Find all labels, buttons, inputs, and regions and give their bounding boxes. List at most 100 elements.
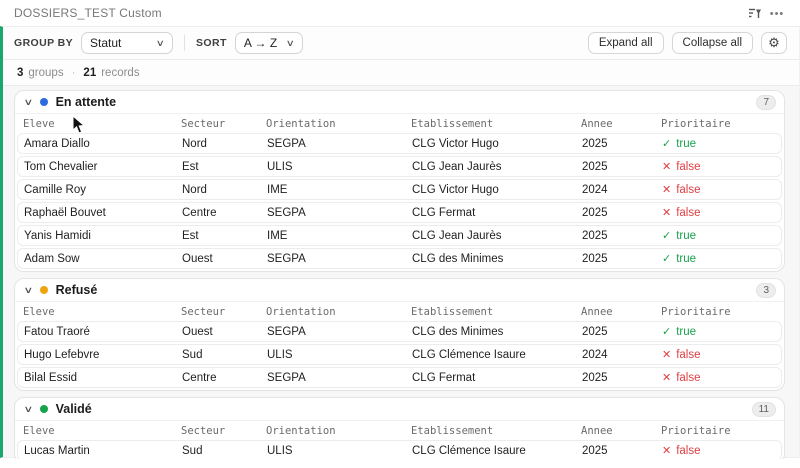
table-cell: Tom Chevalier — [24, 160, 98, 173]
group-header[interactable]: ∨ Refusé 3 — [15, 279, 784, 302]
table-row[interactable]: Lucas Martin Sud ULIS CLG Clémence Isaure 20… — [17, 440, 782, 459]
table-cell: 2025 — [582, 206, 608, 219]
table-cell: ULIS — [267, 444, 293, 457]
table-cell: IME — [267, 183, 288, 196]
prioritaire-label: false — [676, 348, 701, 361]
prioritaire-cell: ✓ true — [662, 325, 781, 339]
prioritaire-label: false — [676, 160, 701, 173]
table-cell: SEGPA — [267, 325, 306, 338]
sort-select[interactable]: A → Z ∨ — [234, 32, 303, 54]
group-rows: Lucas Martin Sud ULIS CLG Clémence Isaure 20… — [15, 440, 784, 459]
column-header-row: Eleve Secteur Orientation Etablissement Anne… — [15, 114, 784, 133]
prioritaire-cell: ✓ true — [662, 137, 781, 151]
gear-icon: ⚙ — [768, 35, 780, 50]
group-rows: Fatou Traoré Ouest SEGPA CLG des Minimes 202… — [15, 321, 784, 388]
records-count: 21 — [83, 66, 97, 79]
cross-icon: ✕ — [662, 207, 672, 219]
check-icon: ✓ — [662, 138, 672, 150]
more-options-icon[interactable]: ••• — [766, 4, 788, 22]
table-cell: ULIS — [267, 348, 293, 361]
table-row[interactable]: Hugo Lefebvre Sud ULIS CLG Clémence Isaure 2… — [17, 344, 782, 365]
table-row[interactable]: Tom Chevalier Est ULIS CLG Jean Jaurès 2025 ✕… — [17, 156, 782, 177]
column-header-row: Eleve Secteur Orientation Etablissement Anne… — [15, 302, 784, 321]
group-header[interactable]: ∨ Validé 11 — [15, 398, 784, 421]
group-card: ∨ En attente 7 Eleve Secteur Orientation Et… — [14, 90, 785, 272]
table-cell: Fatou Traoré — [24, 325, 90, 338]
table-cell: Adam Sow — [24, 252, 80, 265]
table-row[interactable]: Camille Roy Nord IME CLG Victor Hugo 2024 ✕ fa… — [17, 179, 782, 200]
group-count-badge: 3 — [756, 282, 776, 298]
table-cell: 2025 — [582, 252, 608, 265]
column-header-row: Eleve Secteur Orientation Etablissement Anne… — [15, 421, 784, 440]
table-cell: CLG Jean Jaurès — [412, 229, 502, 242]
filter-sort-icon[interactable] — [744, 4, 766, 22]
collapse-all-button[interactable]: Collapse all — [671, 32, 753, 54]
table-cell: ULIS — [267, 160, 293, 173]
prioritaire-label: false — [676, 206, 701, 219]
summary-separator: · — [71, 66, 76, 79]
groups-count: 3 — [17, 66, 24, 79]
table-cell: CLG Fermat — [412, 206, 476, 219]
table-cell: CLG Victor Hugo — [412, 137, 499, 150]
cross-icon: ✕ — [662, 184, 672, 196]
table-cell: CLG Fermat — [412, 371, 476, 384]
group-count-badge: 7 — [756, 94, 776, 110]
table-row[interactable]: Amara Diallo Nord SEGPA CLG Victor Hugo 2025… — [17, 133, 782, 154]
group-rows: Amara Diallo Nord SEGPA CLG Victor Hugo 2025… — [15, 133, 784, 269]
column-header: Etablissement — [411, 424, 494, 437]
group-color-dot — [39, 286, 48, 294]
table-row[interactable]: Yanis Hamidi Est IME CLG Jean Jaurès 2025 ✓ tr… — [17, 225, 782, 246]
table-row[interactable]: Fatou Traoré Ouest SEGPA CLG des Minimes 202… — [17, 321, 782, 342]
column-header: Annee — [581, 424, 613, 437]
toolbar-divider — [184, 35, 186, 51]
column-header: Eleve — [23, 305, 55, 318]
table-row[interactable]: Adam Sow Ouest SEGPA CLG des Minimes 2025 ✓ tr… — [17, 248, 782, 269]
expand-all-button[interactable]: Expand all — [587, 32, 664, 54]
cross-icon: ✕ — [662, 161, 672, 173]
table-cell: Bilal Essid — [24, 371, 78, 384]
column-header: Secteur — [181, 117, 226, 130]
chevron-down-icon[interactable]: ∨ — [23, 404, 33, 415]
table-cell: Sud — [182, 444, 203, 457]
column-header: Secteur — [181, 305, 226, 318]
table-cell: Est — [182, 229, 199, 242]
column-header: Prioritaire — [661, 117, 731, 130]
group-header[interactable]: ∨ En attente 7 — [15, 91, 784, 114]
prioritaire-label: true — [676, 325, 697, 338]
table-cell: 2024 — [582, 183, 608, 196]
prioritaire-label: false — [676, 183, 701, 196]
column-header: Eleve — [23, 424, 55, 437]
table-cell: Lucas Martin — [24, 444, 90, 457]
prioritaire-cell: ✕ false — [662, 183, 781, 197]
column-header: Orientation — [266, 117, 336, 130]
title-bar: DOSSIERS_TEST Custom ••• — [0, 0, 800, 26]
column-header: Annee — [581, 117, 613, 130]
table-cell: SEGPA — [267, 252, 306, 265]
table-cell: Ouest — [182, 325, 213, 338]
group-by-select[interactable]: Statut ∨ — [81, 32, 174, 54]
prioritaire-cell: ✕ false — [662, 160, 781, 174]
group-color-dot — [39, 405, 48, 413]
table-row[interactable]: Bilal Essid Centre SEGPA CLG Fermat 2025 ✕ fal… — [17, 367, 782, 388]
table-row[interactable]: Raphaël Bouvet Centre SEGPA CLG Fermat 2025 ✕… — [17, 202, 782, 223]
prioritaire-label: true — [676, 252, 697, 265]
group-title: Validé — [55, 402, 92, 416]
table-cell: SEGPA — [267, 137, 306, 150]
table-cell: Centre — [182, 206, 217, 219]
table-cell: CLG des Minimes — [412, 325, 504, 338]
group-card: ∨ Validé 11 Eleve Secteur Orientation Etabl… — [14, 397, 785, 459]
table-cell: 2025 — [582, 444, 608, 457]
cross-icon: ✕ — [662, 372, 672, 384]
table-cell: Ouest — [182, 252, 213, 265]
table-cell: 2025 — [582, 325, 608, 338]
table-cell: Nord — [182, 137, 207, 150]
prioritaire-label: true — [676, 137, 697, 150]
chevron-down-icon[interactable]: ∨ — [23, 285, 33, 296]
chevron-down-icon[interactable]: ∨ — [23, 97, 33, 108]
table-cell: 2025 — [582, 160, 608, 173]
column-header: Secteur — [181, 424, 226, 437]
table-cell: Hugo Lefebvre — [24, 348, 100, 361]
groups-container: ∨ En attente 7 Eleve Secteur Orientation Et… — [3, 86, 799, 459]
settings-button[interactable]: ⚙ — [761, 32, 787, 54]
group-by-value: Statut — [90, 36, 122, 50]
